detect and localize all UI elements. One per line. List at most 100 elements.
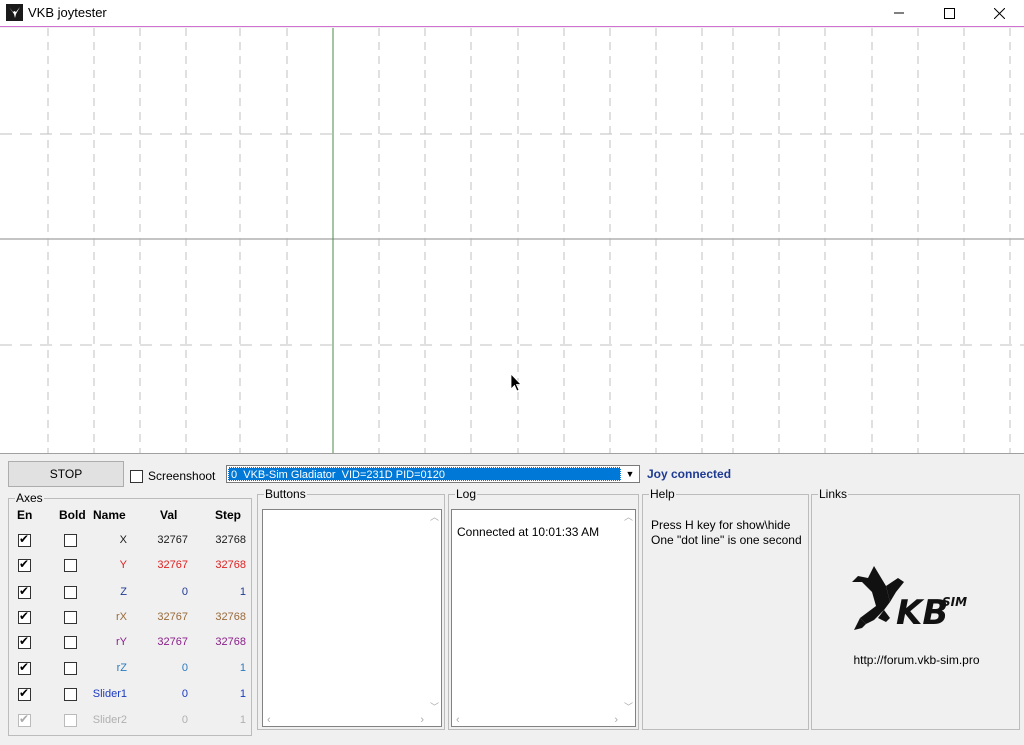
axis-step: 32768	[215, 534, 246, 546]
minimize-button[interactable]	[876, 0, 922, 26]
connection-status: Joy connected	[647, 467, 732, 481]
vertical-gridlines	[47, 28, 1011, 453]
axis-value: 32767	[157, 534, 188, 546]
log-group-title: Log	[455, 487, 478, 501]
vkb-sim-logo[interactable]: KB SIM	[846, 562, 986, 649]
axis-name: Slider2	[92, 714, 127, 726]
axis-row-slider1: Slider1 0 1	[9, 685, 253, 705]
axis-bold-checkbox[interactable]	[64, 559, 77, 572]
axis-bold-checkbox[interactable]	[64, 611, 77, 624]
help-line-2: One "dot line" is one second	[651, 533, 802, 547]
axis-row-slider2: Slider2 0 1	[9, 711, 253, 731]
close-button[interactable]	[976, 0, 1022, 26]
axis-name: rZ	[116, 662, 127, 674]
help-group-title: Help	[649, 487, 676, 501]
axis-enable-checkbox[interactable]	[18, 634, 31, 649]
axes-group-title: Axes	[15, 491, 44, 505]
log-list-hscroll[interactable]: ‹ ›	[452, 713, 622, 726]
device-select[interactable]: 0 VKB-Sim Gladiator VID=231D PID=0120 ▼	[226, 465, 640, 483]
scroll-down-icon[interactable]: ﹀	[430, 700, 439, 713]
axes-header-name: Name	[93, 508, 126, 522]
axis-name: rX	[116, 611, 127, 623]
axis-graph-canvas[interactable]	[0, 28, 1024, 453]
graph-grid	[0, 28, 1024, 453]
axis-row-x: X 32767 32768	[9, 531, 253, 551]
axis-name: X	[119, 534, 127, 546]
scroll-left-icon[interactable]: ‹	[456, 714, 460, 726]
device-select-value: 0 VKB-Sim Gladiator VID=231D PID=0120	[228, 467, 621, 481]
axis-value: 32767	[157, 611, 188, 623]
axis-step: 1	[239, 586, 246, 598]
help-text: Press H key for show\hide One "dot line"…	[651, 518, 802, 548]
axis-step: 1	[239, 688, 246, 700]
logo-sup-text: SIM	[942, 595, 967, 609]
title-bar: VKB joytester	[0, 0, 1024, 27]
scroll-left-icon[interactable]: ‹	[267, 714, 271, 726]
axis-value: 32767	[157, 559, 188, 571]
app-icon	[6, 4, 23, 21]
axis-bold-checkbox[interactable]	[64, 534, 77, 547]
axis-enable-checkbox[interactable]	[18, 557, 31, 572]
scroll-up-icon[interactable]: ︿	[430, 510, 439, 523]
axis-bold-checkbox[interactable]	[64, 662, 77, 675]
axis-name: Z	[120, 586, 127, 598]
axis-bold-checkbox[interactable]	[64, 586, 77, 599]
axis-step: 32768	[215, 636, 246, 648]
stop-button[interactable]: STOP	[8, 461, 124, 487]
axis-enable-checkbox	[18, 712, 31, 727]
help-group: Help Press H key for show\hide One "dot …	[642, 488, 809, 730]
axis-row-y: Y 32767 32768	[9, 556, 253, 576]
logo-text: KB	[896, 593, 948, 633]
axis-value: 0	[181, 688, 188, 700]
help-line-1: Press H key for show\hide	[651, 518, 791, 532]
axis-enable-checkbox[interactable]	[18, 609, 31, 624]
axis-row-rx: rX 32767 32768	[9, 608, 253, 628]
axis-row-z: Z 0 1	[9, 583, 253, 603]
axis-value: 0	[181, 714, 188, 726]
axis-value: 32767	[157, 636, 188, 648]
control-panel: STOP Screenshoot 0 VKB-Sim Gladiator VID…	[0, 453, 1024, 745]
axis-step: 1	[239, 662, 246, 674]
axis-bold-checkbox[interactable]	[64, 688, 77, 701]
mouse-cursor-icon	[510, 373, 522, 392]
axes-header-val: Val	[160, 508, 178, 522]
window-title: VKB joytester	[28, 5, 107, 20]
screenshot-checkbox[interactable]	[130, 470, 143, 483]
axis-bold-checkbox[interactable]	[64, 636, 77, 649]
scroll-right-icon[interactable]: ›	[420, 714, 424, 726]
axis-step: 1	[239, 714, 246, 726]
buttons-list[interactable]: ︿ ﹀ ‹ ›	[262, 509, 442, 727]
axis-enable-checkbox[interactable]	[18, 584, 31, 599]
buttons-group: Buttons ︿ ﹀ ‹ ›	[257, 488, 445, 730]
axis-enable-checkbox[interactable]	[18, 660, 31, 675]
buttons-list-vscroll[interactable]: ︿ ﹀	[428, 510, 441, 713]
axis-name: rY	[116, 636, 127, 648]
screenshot-label: Screenshoot	[148, 469, 216, 483]
axis-name: Y	[119, 559, 127, 571]
scroll-right-icon[interactable]: ›	[614, 714, 618, 726]
buttons-list-hscroll[interactable]: ‹ ›	[263, 713, 428, 726]
scroll-up-icon[interactable]: ︿	[624, 510, 633, 523]
forum-link[interactable]: http://forum.vkb-sim.pro	[812, 653, 1021, 667]
axis-step: 32768	[215, 611, 246, 623]
axis-value: 0	[181, 586, 188, 598]
links-group: Links KB SIM http://forum.vkb-sim.pro	[811, 488, 1021, 730]
axis-name: Slider1	[92, 688, 127, 700]
axes-header-en: En	[17, 508, 33, 522]
log-group: Log Connected at 10:01:33 AM ︿ ﹀ ‹ ›	[448, 488, 639, 730]
axes-group: Axes En Bold Name Val Step X 32767 32768…	[8, 492, 253, 736]
axis-enable-checkbox[interactable]	[18, 532, 31, 547]
buttons-group-title: Buttons	[264, 487, 307, 501]
log-list[interactable]: Connected at 10:01:33 AM ︿ ﹀ ‹ ›	[451, 509, 636, 727]
axis-row-rz: rZ 0 1	[9, 659, 253, 679]
log-list-vscroll[interactable]: ︿ ﹀	[622, 510, 635, 713]
scroll-down-icon[interactable]: ﹀	[624, 700, 633, 713]
maximize-button[interactable]	[926, 0, 972, 26]
axis-step: 32768	[215, 559, 246, 571]
links-group-title: Links	[818, 487, 849, 501]
axis-enable-checkbox[interactable]	[18, 686, 31, 701]
axes-header-bold: Bold	[59, 508, 86, 522]
axis-row-ry: rY 32767 32768	[9, 633, 253, 653]
log-entry: Connected at 10:01:33 AM	[457, 525, 600, 539]
chevron-down-icon[interactable]: ▼	[621, 466, 639, 482]
